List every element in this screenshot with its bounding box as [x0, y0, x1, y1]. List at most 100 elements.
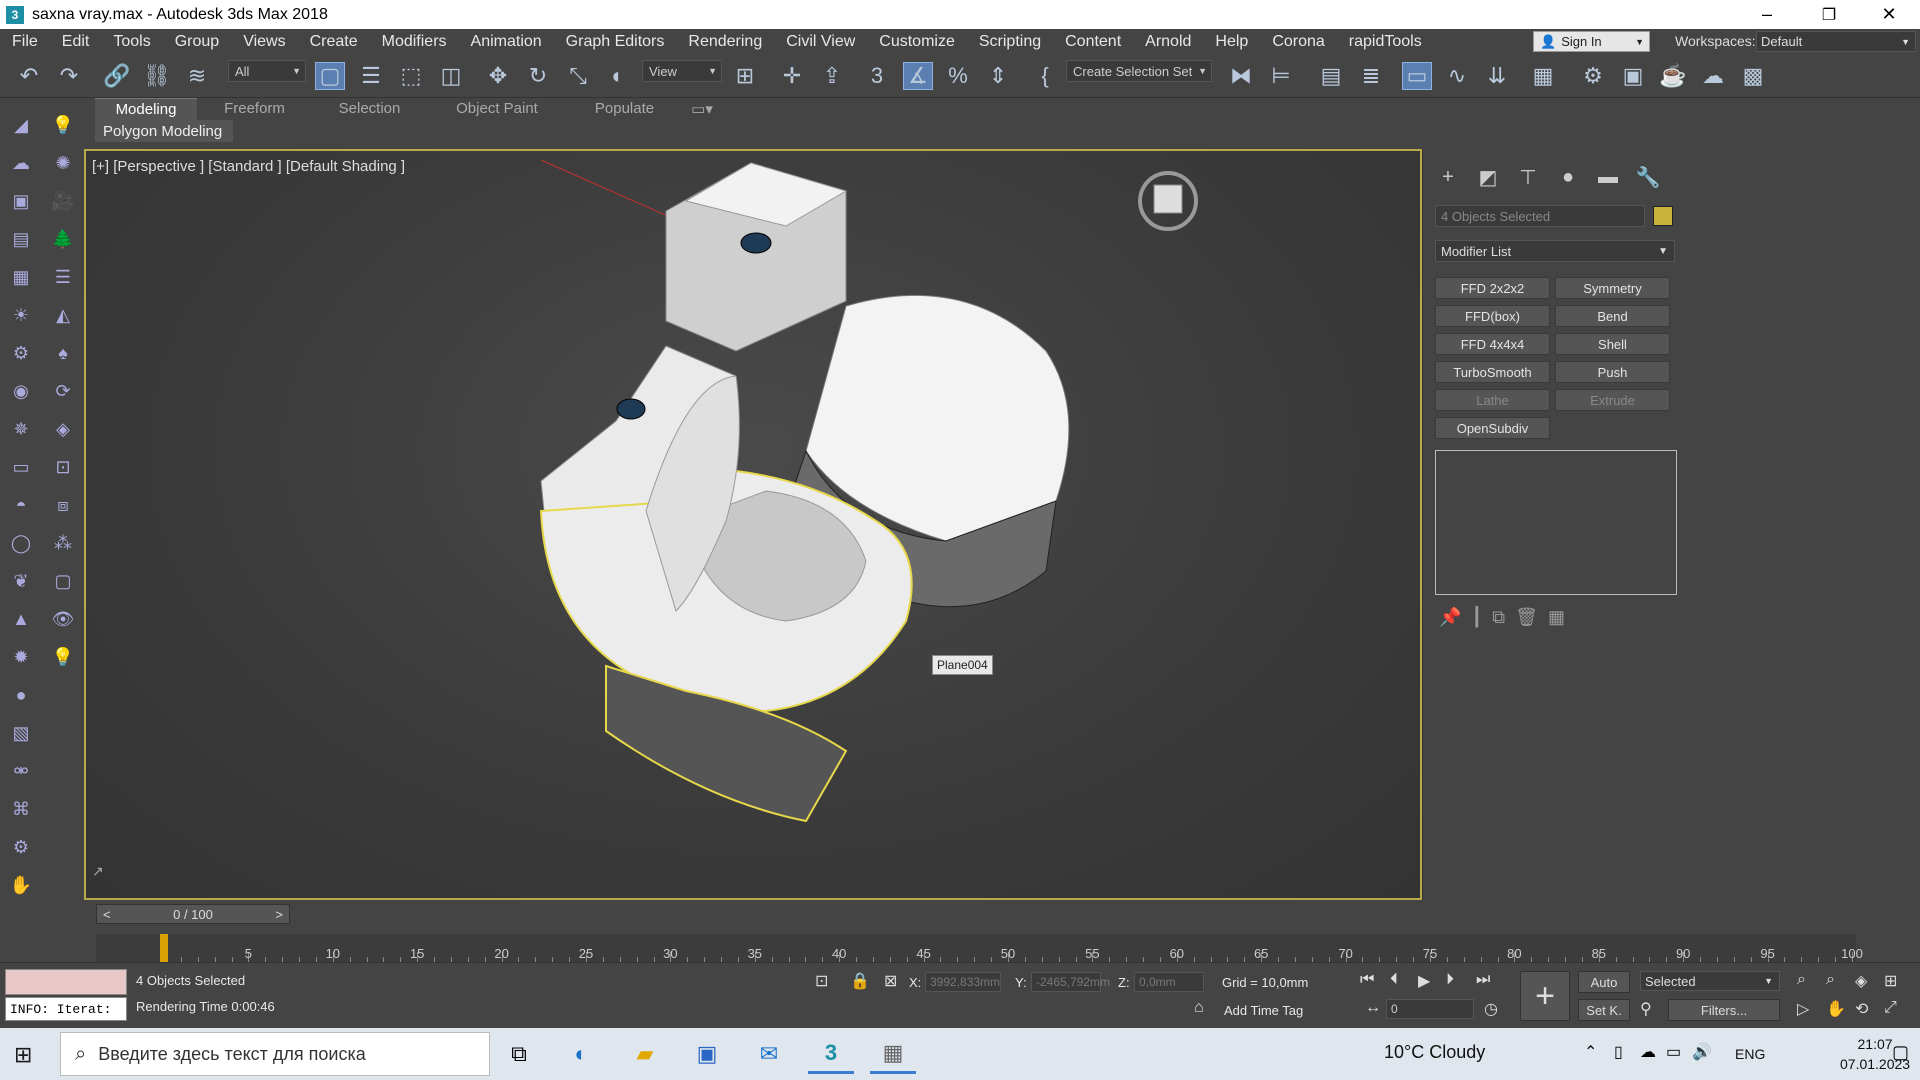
current-frame-field[interactable]: 0: [1386, 999, 1474, 1019]
input-language[interactable]: ENG: [1735, 1046, 1765, 1062]
task-view-icon[interactable]: ⧉: [496, 1034, 542, 1074]
modifier-icon[interactable]: ⊡: [50, 454, 76, 480]
menu-corona[interactable]: Corona: [1260, 33, 1336, 51]
proxy-icon[interactable]: ⚙: [8, 340, 34, 366]
key-mode-icon[interactable]: ↔: [1365, 999, 1381, 1017]
key-filter-select[interactable]: Selected ▼: [1640, 971, 1780, 991]
utilities-tab-icon[interactable]: 🔧: [1633, 163, 1663, 191]
select-rotate-icon[interactable]: ↻: [523, 62, 553, 90]
menu-animation[interactable]: Animation: [459, 33, 554, 51]
tray-chevron-icon[interactable]: ⌃: [1584, 1042, 1597, 1062]
pan-icon[interactable]: ✋: [1826, 999, 1846, 1019]
workspace-select[interactable]: Default ▼: [1756, 31, 1916, 52]
goto-start-icon[interactable]: ⏮: [1360, 971, 1374, 989]
current-time-marker[interactable]: [160, 934, 168, 962]
object-name-field[interactable]: 4 Objects Selected: [1435, 205, 1645, 227]
group-icon[interactable]: ⁂: [50, 530, 76, 556]
x-coord-field[interactable]: 3992,833mm: [925, 972, 1001, 992]
battery-icon[interactable]: ▭: [1666, 1042, 1681, 1062]
key-tangent-icon[interactable]: ⚲: [1640, 999, 1652, 1019]
3dsmax-taskbar-icon[interactable]: 3: [808, 1034, 854, 1074]
scene-explorer-icon[interactable]: ▤: [1316, 62, 1346, 90]
absolute-mode-icon[interactable]: ⊠: [884, 971, 897, 991]
redo-icon[interactable]: ↷: [54, 62, 84, 90]
ribbon-options-icon[interactable]: ▭▾: [682, 98, 722, 120]
modifier-list-dropdown[interactable]: Modifier List ▼: [1435, 240, 1675, 262]
time-config-icon[interactable]: ◷: [1484, 999, 1498, 1019]
fov-icon[interactable]: ▷: [1797, 999, 1809, 1019]
select-move-icon[interactable]: ✥: [483, 62, 513, 90]
menu-graph-editors[interactable]: Graph Editors: [554, 33, 677, 51]
plant-icon[interactable]: ❦: [8, 568, 34, 594]
frame-icon[interactable]: ⧈: [50, 492, 76, 518]
store-icon[interactable]: ▣: [684, 1034, 730, 1074]
mirror-icon[interactable]: ⧓: [1226, 62, 1256, 90]
play-icon[interactable]: ▶: [1418, 971, 1430, 991]
render-production-icon[interactable]: ☕: [1658, 62, 1688, 90]
rotate-icon[interactable]: ⟳: [50, 378, 76, 404]
rectangular-selection-icon[interactable]: ⬚: [396, 62, 426, 90]
helper-icon[interactable]: ◭: [50, 302, 76, 328]
modify-tab-icon[interactable]: ◩: [1473, 163, 1503, 191]
place-icon[interactable]: ◐: [603, 62, 633, 90]
windows-start-icon[interactable]: ⊞: [14, 1042, 32, 1068]
hierarchy-tab-icon[interactable]: ⊤: [1513, 163, 1543, 191]
onedrive-icon[interactable]: ☁: [1640, 1042, 1656, 1062]
percent-snap-icon[interactable]: %: [943, 62, 973, 90]
weather-widget[interactable]: 10°C Cloudy: [1384, 1042, 1485, 1063]
object-color-swatch[interactable]: [1653, 206, 1673, 226]
tab-modeling[interactable]: Modeling: [95, 98, 197, 120]
sign-in-dropdown[interactable]: 👤 Sign In ▼: [1533, 31, 1650, 52]
menu-create[interactable]: Create: [298, 33, 370, 51]
zoom-extents-all-icon[interactable]: ⊞: [1884, 971, 1897, 991]
menu-edit[interactable]: Edit: [50, 33, 102, 51]
schematic-view-icon[interactable]: ⇊: [1482, 62, 1512, 90]
plane-icon[interactable]: ▭: [8, 454, 34, 480]
material-editor-icon[interactable]: ▦: [1528, 62, 1558, 90]
maxscript-listener[interactable]: [5, 969, 127, 995]
track-bar[interactable]: 0510152025303540455055606570758085909510…: [96, 934, 1863, 962]
menu-group[interactable]: Group: [163, 33, 231, 51]
modifier-stack[interactable]: [1435, 450, 1677, 595]
perspective-viewport[interactable]: [+] [Perspective ] [Standard ] [Default …: [84, 149, 1422, 900]
camera-icon[interactable]: 🎥: [50, 188, 76, 214]
sun-icon[interactable]: ✺: [50, 150, 76, 176]
render-icon[interactable]: ☀: [8, 302, 34, 328]
mesh-icon[interactable]: ▧: [8, 720, 34, 746]
keyboard-shortcut-icon[interactable]: ⇪: [817, 62, 847, 90]
named-selection-set-dropdown[interactable]: Create Selection Set ▼: [1066, 60, 1212, 82]
use-pivot-icon[interactable]: ⊞: [730, 62, 760, 90]
create-tab-icon[interactable]: +: [1433, 163, 1463, 191]
unlink-icon[interactable]: ⛓: [142, 62, 172, 90]
remove-modifier-icon[interactable]: 🗑: [1515, 607, 1538, 628]
set-key-button[interactable]: Set K.: [1578, 999, 1630, 1021]
polygon-modeling-panel[interactable]: Polygon Modeling: [95, 120, 233, 142]
document-icon[interactable]: ▤: [8, 226, 34, 252]
disc-icon[interactable]: ◯: [8, 530, 34, 556]
maximize-viewport-icon[interactable]: ⤢: [1884, 999, 1897, 1017]
bind-spacewarp-icon[interactable]: ≋: [182, 62, 212, 90]
modifier-shell-button[interactable]: Shell: [1555, 333, 1670, 355]
prev-frame-button[interactable]: <: [103, 907, 111, 922]
notification-icon[interactable]: ▢: [1892, 1042, 1909, 1063]
tab-freeform[interactable]: Freeform: [197, 98, 312, 120]
window-crossing-icon[interactable]: ◫: [436, 62, 466, 90]
list-icon[interactable]: ☰: [50, 264, 76, 290]
set-key-icon[interactable]: +: [1520, 971, 1570, 1021]
motion-tab-icon[interactable]: ●: [1553, 163, 1583, 191]
selection-lock-icon[interactable]: 🔒: [850, 971, 870, 991]
gold-sphere-icon[interactable]: ●: [8, 682, 34, 708]
spinner-snap-icon[interactable]: ⇕: [983, 62, 1013, 90]
menu-tools[interactable]: Tools: [101, 33, 162, 51]
sculpt-icon[interactable]: ◢: [8, 112, 34, 138]
menu-rapidtools[interactable]: rapidTools: [1337, 33, 1434, 51]
sphere-icon[interactable]: ◉: [8, 378, 34, 404]
dumbbell-icon[interactable]: ⚮: [8, 758, 34, 784]
pin-stack-icon[interactable]: 📌: [1439, 607, 1461, 628]
menu-arnold[interactable]: Arnold: [1133, 33, 1203, 51]
file-explorer-icon[interactable]: ▰: [622, 1034, 668, 1074]
select-object-icon[interactable]: ▢: [315, 62, 345, 90]
toilet-model[interactable]: ↗: [86, 151, 1420, 898]
minimize-button[interactable]: –: [1744, 0, 1790, 29]
image-icon[interactable]: ▣: [8, 188, 34, 214]
